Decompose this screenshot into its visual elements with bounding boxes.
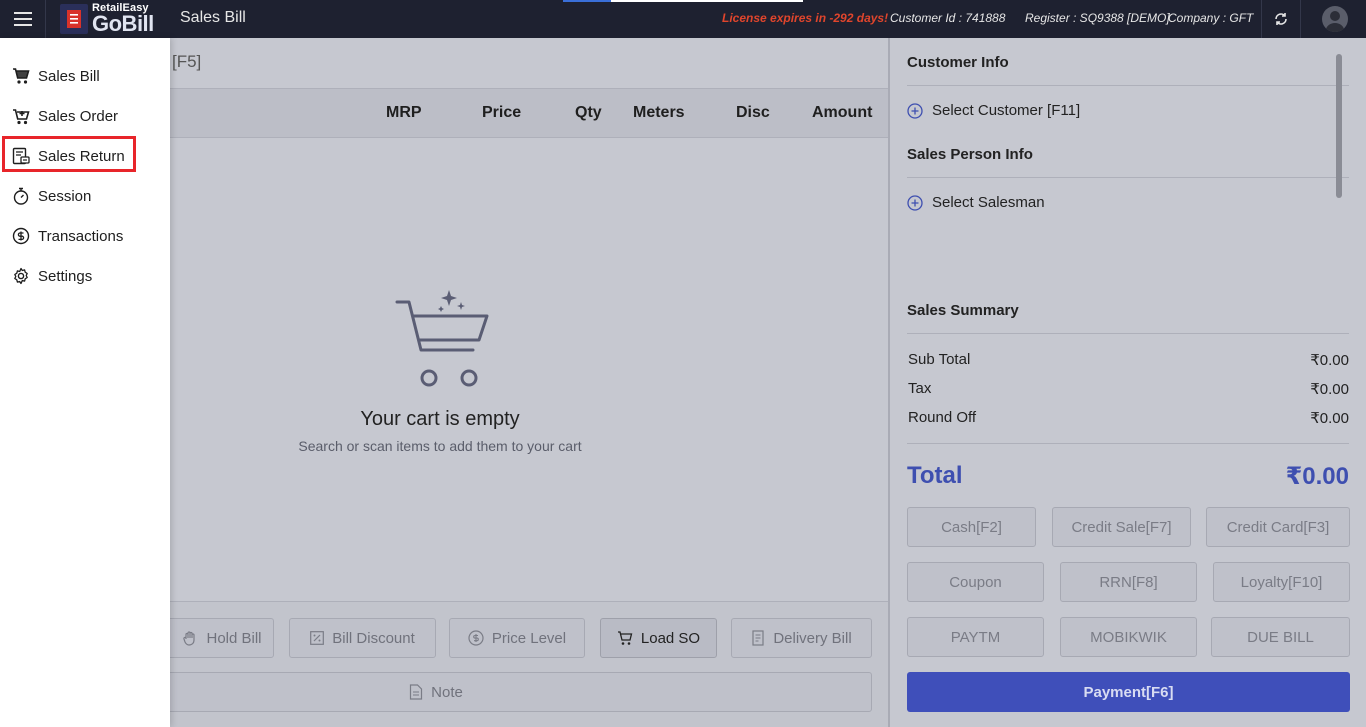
right-panel: Customer Info Select Customer [F11] Sale… xyxy=(890,38,1366,727)
sub-total-value: ₹0.00 xyxy=(1310,352,1349,369)
app-logo: RetailEasy GoBill xyxy=(60,3,154,35)
nav-label: Sales Bill xyxy=(38,67,100,85)
credit-sale-button[interactable]: Credit Sale[F7] xyxy=(1052,507,1191,547)
round-off-value: ₹0.00 xyxy=(1310,410,1349,427)
column-meters: Meters xyxy=(633,104,685,121)
total-value: ₹0.00 xyxy=(1285,463,1349,490)
nav-label: Sales Order xyxy=(38,107,119,125)
tax-row: Tax ₹0.00 xyxy=(908,380,1349,398)
cart-icon xyxy=(13,68,30,84)
register-info: Register : SQ9388 [DEMO] xyxy=(1025,11,1170,25)
delivery-bill-button[interactable]: Delivery Bill xyxy=(731,618,872,658)
payment-button[interactable]: Payment[F6] xyxy=(907,672,1350,712)
total-row: Total ₹0.00 xyxy=(907,462,1349,491)
empty-cart-icon xyxy=(395,290,489,387)
header-divider xyxy=(1261,0,1262,38)
nav-item-sales-bill[interactable]: Sales Bill xyxy=(0,56,170,96)
sales-person-info-title: Sales Person Info xyxy=(907,146,1033,163)
plus-circle-icon xyxy=(907,102,923,119)
credit-card-button[interactable]: Credit Card[F3] xyxy=(1206,507,1350,547)
nav-item-session[interactable]: Session xyxy=(0,176,170,216)
hand-icon xyxy=(183,631,196,646)
section-divider xyxy=(907,443,1349,444)
company-info: Company : GFT xyxy=(1168,11,1254,25)
empty-cart-subtitle: Search or scan items to add them to your… xyxy=(298,438,582,454)
plus-circle-icon xyxy=(907,194,923,211)
delivery-bill-label: Delivery Bill xyxy=(773,629,852,647)
nav-label: Transactions xyxy=(38,227,124,245)
highlight-box xyxy=(2,136,136,172)
total-label: Total xyxy=(907,462,963,489)
nav-item-sales-order[interactable]: Sales Order xyxy=(0,96,170,136)
logo-brand-main: GoBill xyxy=(92,11,154,36)
column-amount: Amount xyxy=(812,104,873,121)
section-divider xyxy=(907,333,1349,334)
empty-cart-title: Your cart is empty xyxy=(360,408,520,430)
note-label: Note xyxy=(431,683,463,701)
cash-button[interactable]: Cash[F2] xyxy=(907,507,1036,547)
license-warning: License expires in -292 days! xyxy=(722,11,889,25)
hamburger-icon xyxy=(13,12,32,26)
gear-icon xyxy=(14,267,28,285)
rrn-button[interactable]: RRN[F8] xyxy=(1060,562,1197,602)
dollar-circle-icon xyxy=(12,227,30,245)
customer-id: Customer Id : 741888 xyxy=(890,11,1006,25)
tax-label: Tax xyxy=(908,380,932,397)
logo-badge xyxy=(60,4,88,34)
top-bar: RetailEasy GoBill Sales Bill License exp… xyxy=(0,0,1366,38)
sales-summary-title: Sales Summary xyxy=(907,302,1019,319)
mobikwik-button[interactable]: MOBIKWIK xyxy=(1060,617,1197,657)
user-icon xyxy=(1325,11,1345,32)
receipt-logo-icon xyxy=(67,10,81,28)
column-disc: Disc xyxy=(736,104,770,121)
coupon-button[interactable]: Coupon xyxy=(907,562,1044,602)
bill-discount-label: Bill Discount xyxy=(332,629,415,647)
price-level-label: Price Level xyxy=(491,629,567,647)
menu-button[interactable] xyxy=(0,0,46,38)
nav-label: Settings xyxy=(38,267,93,285)
column-qty: Qty xyxy=(575,104,602,121)
info-scrollbar[interactable] xyxy=(1336,54,1342,198)
paytm-button[interactable]: PAYTM xyxy=(907,617,1044,657)
load-so-button[interactable]: Load SO xyxy=(600,618,717,658)
side-drawer: Sales Bill Sales Order Sales Return Sess… xyxy=(0,38,170,727)
load-so-label: Load SO xyxy=(640,629,701,647)
section-divider xyxy=(907,85,1349,86)
top-progress-strip-accent xyxy=(563,0,611,2)
cart-load-icon xyxy=(617,631,633,645)
nav-label: Session xyxy=(38,187,92,205)
select-salesman-label: Select Salesman xyxy=(932,194,1045,211)
sub-total-label: Sub Total xyxy=(908,351,971,368)
round-off-label: Round Off xyxy=(908,409,977,426)
note-icon xyxy=(410,684,423,700)
hold-bill-label: Hold Bill xyxy=(206,629,262,647)
sync-button[interactable] xyxy=(1264,0,1298,38)
round-off-row: Round Off ₹0.00 xyxy=(908,409,1349,427)
price-level-button[interactable]: Price Level xyxy=(449,618,585,658)
column-mrp: MRP xyxy=(386,104,422,121)
percent-icon xyxy=(310,631,325,645)
customer-info-title: Customer Info xyxy=(907,54,1009,71)
due-bill-button[interactable]: DUE BILL xyxy=(1211,617,1350,657)
loyalty-button[interactable]: Loyalty[F10] xyxy=(1213,562,1350,602)
column-price: Price xyxy=(482,104,522,121)
select-customer-button[interactable]: Select Customer [F11] xyxy=(907,102,1080,119)
section-divider xyxy=(907,177,1349,178)
stopwatch-icon xyxy=(13,187,29,205)
nav-item-transactions[interactable]: Transactions xyxy=(0,216,170,256)
cart-plus-icon xyxy=(13,109,30,125)
price-tag-icon xyxy=(468,630,484,646)
bill-discount-button[interactable]: Bill Discount xyxy=(289,618,436,658)
user-avatar[interactable] xyxy=(1322,6,1348,32)
nav-item-settings[interactable]: Settings xyxy=(0,256,170,296)
search-shortcut-hint[interactable]: [F5] xyxy=(172,52,201,72)
delivery-receipt-icon xyxy=(752,630,764,646)
tax-value: ₹0.00 xyxy=(1310,381,1349,398)
select-salesman-button[interactable]: Select Salesman xyxy=(907,194,1045,211)
refresh-icon xyxy=(1275,13,1287,25)
select-customer-label: Select Customer [F11] xyxy=(932,102,1081,119)
sub-total-row: Sub Total ₹0.00 xyxy=(908,351,1349,369)
page-title: Sales Bill xyxy=(180,9,246,26)
header-divider xyxy=(1300,0,1301,38)
